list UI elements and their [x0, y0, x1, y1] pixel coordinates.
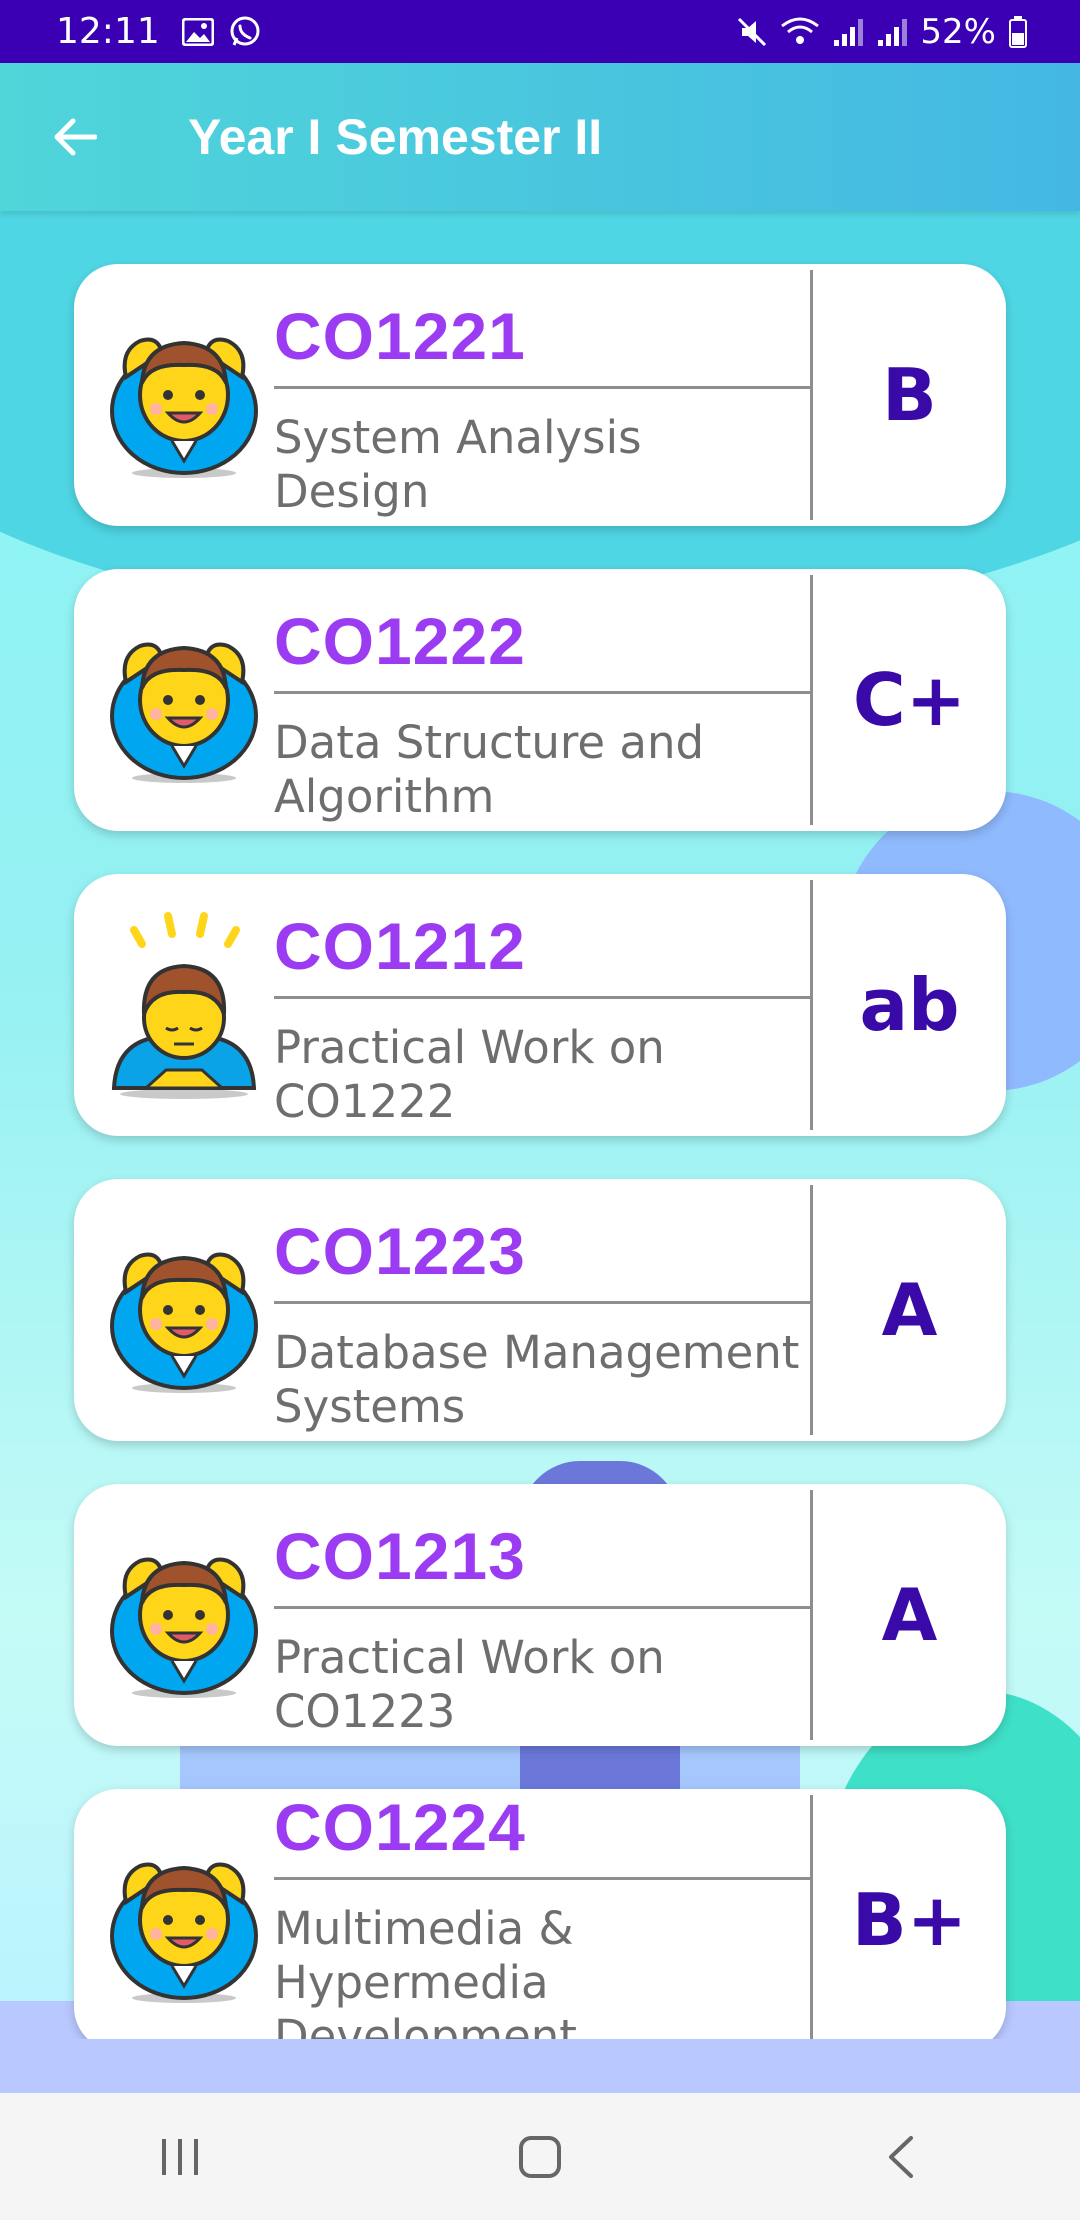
- course-list: CO1221 System Analysis Design B CO1222 D…: [0, 211, 1080, 2039]
- course-code: CO1213: [274, 1484, 810, 1609]
- man-gesturing-ok-icon: [74, 1789, 274, 2039]
- course-title: Data Structure and Algorithm: [274, 716, 705, 823]
- home-button[interactable]: [460, 2107, 620, 2207]
- mute-icon: [738, 17, 767, 46]
- man-gesturing-ok-icon: [74, 569, 274, 831]
- course-grade: A: [881, 1573, 938, 1657]
- course-grade: B+: [851, 1878, 968, 1962]
- system-nav-bar: [0, 2093, 1080, 2220]
- course-title: Practical Work on CO1223: [274, 1631, 665, 1738]
- status-time: 12:11: [56, 11, 160, 52]
- course-card[interactable]: CO1221 System Analysis Design B: [74, 264, 1006, 526]
- man-gesturing-ok-icon: [74, 264, 274, 526]
- course-code: CO1221: [274, 264, 810, 389]
- page-title: Year I Semester II: [188, 109, 603, 165]
- course-grade: B: [882, 353, 937, 437]
- recent-apps-icon: [162, 2138, 198, 2175]
- gallery-icon: [181, 17, 214, 46]
- whatsapp-icon: [230, 16, 260, 46]
- course-code: CO1222: [274, 569, 810, 694]
- chevron-left-icon: [889, 2135, 913, 2178]
- recent-apps-button[interactable]: [100, 2107, 260, 2207]
- man-gesturing-ok-icon: [74, 1179, 274, 1441]
- battery-percent: 52%: [920, 11, 996, 52]
- course-title: System Analysis Design: [274, 411, 642, 518]
- battery-icon: [1009, 15, 1027, 48]
- course-grade: ab: [859, 963, 960, 1047]
- course-code: CO1212: [274, 874, 810, 999]
- back-button[interactable]: [0, 63, 148, 211]
- course-card[interactable]: CO1213 Practical Work on CO1223 A: [74, 1484, 1006, 1746]
- course-code: CO1223: [274, 1179, 810, 1304]
- home-icon: [519, 2135, 561, 2178]
- signal-1-icon: [834, 18, 864, 46]
- course-card[interactable]: CO1222 Data Structure and Algorithm C+: [74, 569, 1006, 831]
- wifi-icon: [781, 17, 820, 44]
- course-card[interactable]: CO1224 Multimedia & Hypermedia Developme…: [74, 1789, 1006, 2039]
- man-gesturing-ok-icon: [74, 1484, 274, 1746]
- status-bar: 12:11 52%: [0, 0, 1080, 63]
- signal-2-icon: [878, 18, 908, 46]
- course-code: CO1224: [274, 1789, 810, 1880]
- course-grade: C+: [852, 658, 967, 742]
- course-card[interactable]: CO1212 Practical Work on CO1222 ab: [74, 874, 1006, 1136]
- course-title: Database Management Systems: [274, 1326, 800, 1433]
- arrow-left-icon: [54, 118, 97, 156]
- man-bowing-icon: [74, 874, 274, 1136]
- back-nav-button[interactable]: [820, 2107, 980, 2207]
- course-grade: A: [881, 1268, 938, 1352]
- course-card[interactable]: CO1223 Database Management Systems A: [74, 1179, 1006, 1441]
- course-title: Practical Work on CO1222: [274, 1021, 665, 1128]
- course-title: Multimedia & Hypermedia Development: [274, 1902, 577, 2039]
- app-bar: Year I Semester II: [0, 63, 1080, 211]
